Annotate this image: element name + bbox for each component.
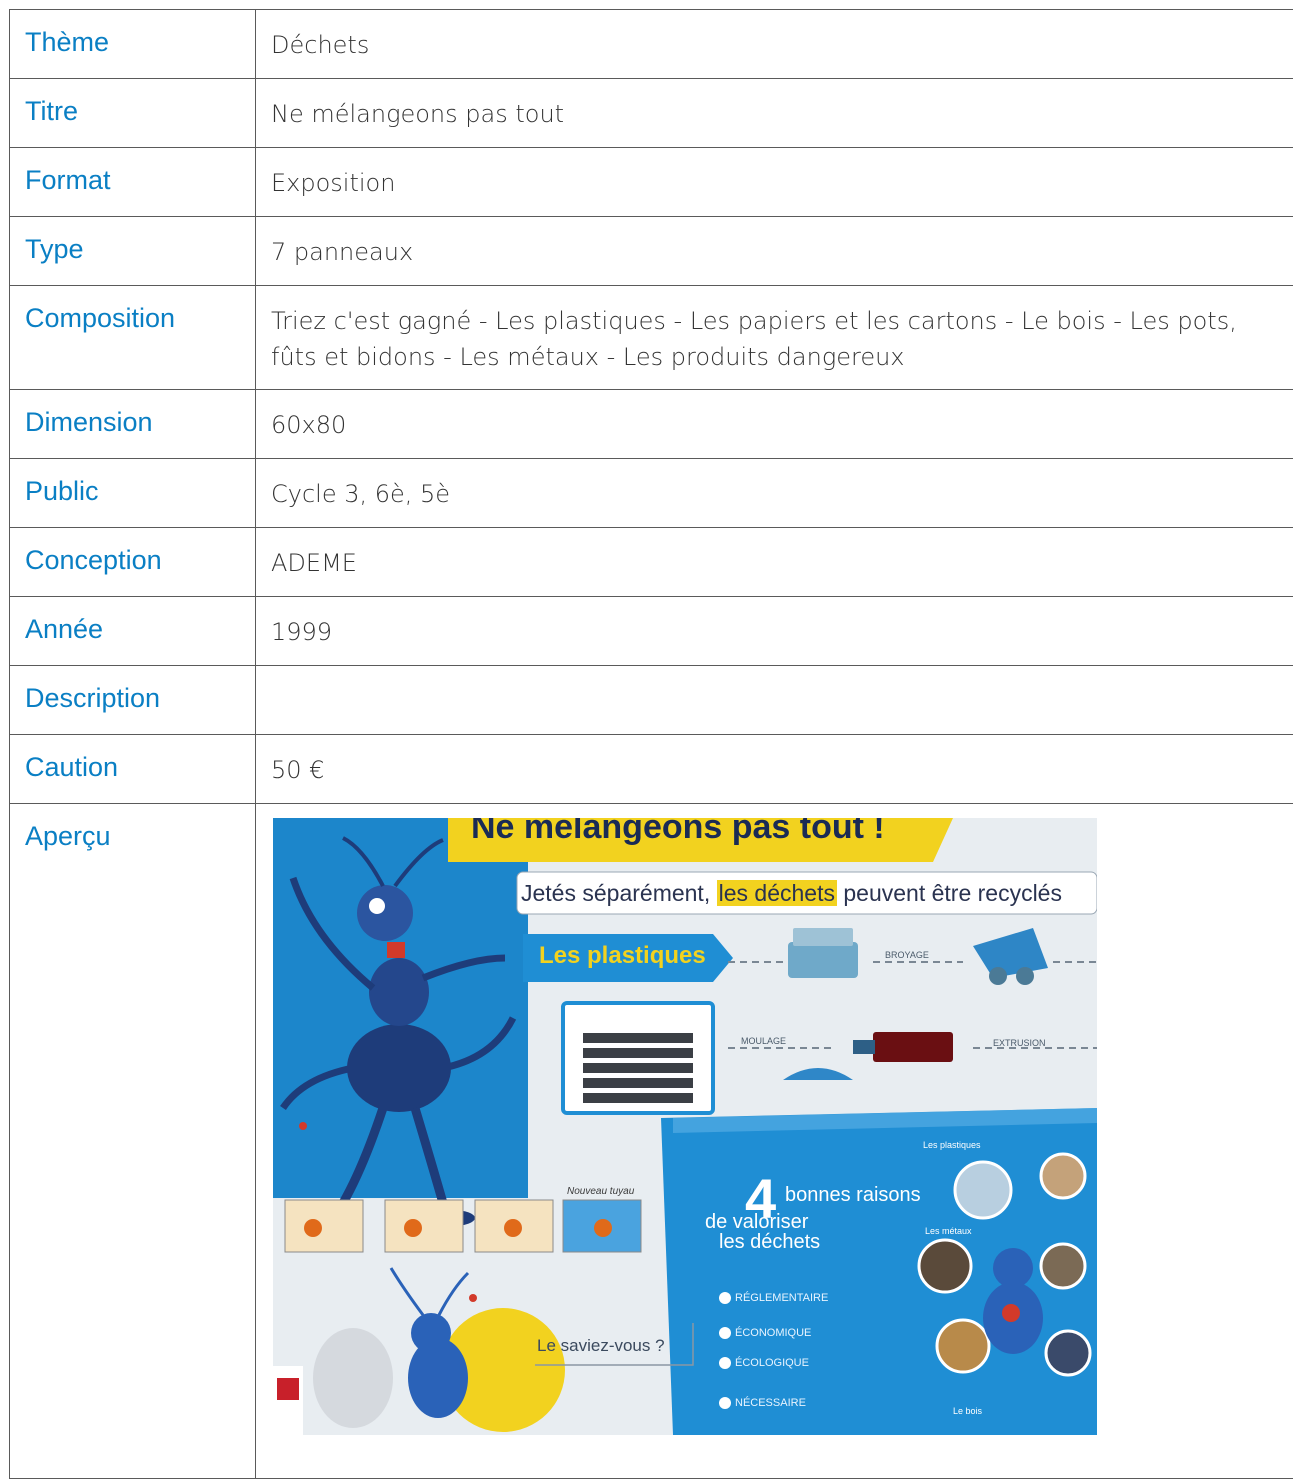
row-value: 60x80 — [256, 390, 1293, 459]
table-row: Type 7 panneaux — [10, 217, 1293, 286]
table-row: Année 1999 — [10, 597, 1293, 666]
poster-subtitle-post: peuvent être recyclés — [837, 880, 1062, 906]
table-row: Description — [10, 666, 1293, 735]
row-value-text: Cycle 3, 6è, 5è — [271, 476, 1278, 512]
poster-reasons-line2: de valoriser — [705, 1212, 820, 1232]
table-row: Titre Ne mélangeons pas tout — [10, 79, 1293, 148]
row-label: Composition — [10, 286, 256, 390]
row-value-text: ADEME — [271, 545, 1278, 581]
row-label: Description — [10, 666, 256, 735]
row-value: Cycle 3, 6è, 5è — [256, 459, 1293, 528]
row-value: Exposition — [256, 148, 1293, 217]
row-value: Déchets — [256, 10, 1293, 79]
poster-artwork — [273, 818, 1097, 1435]
row-value: Triez c'est gagné - Les plastiques - Les… — [256, 286, 1293, 390]
poster-title: Ne mélangeons pas tout ! — [471, 818, 885, 847]
label-metaux: Les métaux — [925, 1226, 972, 1236]
row-label: Conception — [10, 528, 256, 597]
table-row: Thème Déchets — [10, 10, 1293, 79]
label-bois: Le bois — [953, 1406, 982, 1416]
reason-1: RÉGLEMENTAIRE — [735, 1292, 828, 1304]
poster-nouveau-tuyau: Nouveau tuyau — [567, 1186, 634, 1197]
step-moulage: MOULAGE — [741, 1036, 786, 1046]
row-label: Aperçu — [10, 804, 256, 1479]
reason-4: NÉCESSAIRE — [735, 1397, 806, 1409]
label-plastiques: Les plastiques — [923, 1140, 981, 1150]
ademe-logo — [273, 1366, 303, 1435]
row-value-text: 7 panneaux — [271, 234, 1278, 270]
row-label: Titre — [10, 79, 256, 148]
row-value-text: Ne mélangeons pas tout — [271, 96, 1278, 132]
row-value — [256, 666, 1293, 735]
row-value-text: Déchets — [271, 27, 1278, 63]
comic-panel-2 — [385, 1200, 463, 1252]
ant-mascot-left — [347, 1024, 451, 1112]
step-broyage: BROYAGE — [885, 950, 929, 960]
step-extrusion: EXTRUSION — [993, 1038, 1046, 1048]
reason-3: ÉCOLOGIQUE — [735, 1357, 809, 1369]
row-label: Année — [10, 597, 256, 666]
poster-subtitle-highlight: les déchets — [717, 880, 837, 906]
row-label: Caution — [10, 735, 256, 804]
row-value-text: Triez c'est gagné - Les plastiques - Les… — [271, 303, 1278, 375]
table-row: Format Exposition — [10, 148, 1293, 217]
table-row: Conception ADEME — [10, 528, 1293, 597]
info-table: Thème Déchets Titre Ne mélangeons pas to… — [9, 9, 1293, 1479]
row-value: 7 panneaux — [256, 217, 1293, 286]
preview-cell: Ne mélangeons pas tout ! Jetés séparémen… — [256, 804, 1293, 1479]
poster-reasons-line3: les déchets — [705, 1232, 820, 1252]
exhibition-poster-image: Ne mélangeons pas tout ! Jetés séparémen… — [273, 818, 1097, 1435]
row-label: Thème — [10, 10, 256, 79]
row-value-text: 60x80 — [271, 407, 1278, 443]
row-value: Ne mélangeons pas tout — [256, 79, 1293, 148]
row-value: ADEME — [256, 528, 1293, 597]
row-value: 1999 — [256, 597, 1293, 666]
table-row: Composition Triez c'est gagné - Les plas… — [10, 286, 1293, 390]
comic-panel-1 — [285, 1200, 363, 1252]
reason-2: ÉCONOMIQUE — [735, 1327, 811, 1339]
poster-reasons-line1: bonnes raisons — [785, 1184, 921, 1207]
table-row: Aperçu — [10, 804, 1293, 1479]
poster-saviez-vous: Le saviez-vous ? — [537, 1336, 665, 1356]
table-row: Caution 50 € — [10, 735, 1293, 804]
row-label: Format — [10, 148, 256, 217]
row-label: Public — [10, 459, 256, 528]
row-value: 50 € — [256, 735, 1293, 804]
table-row: Dimension 60x80 — [10, 390, 1293, 459]
crates-icon — [788, 942, 858, 978]
row-value-text: Exposition — [271, 165, 1278, 201]
row-label: Dimension — [10, 390, 256, 459]
poster-section-title: Les plastiques — [539, 942, 706, 970]
poster-reasons-lines: de valoriser les déchets — [705, 1212, 820, 1252]
poster-subtitle: Jetés séparément, les déchets peuvent êt… — [521, 880, 1062, 907]
table-row: Public Cycle 3, 6è, 5è — [10, 459, 1293, 528]
row-value-text: 1999 — [271, 614, 1278, 650]
extrusion-machine — [873, 1032, 953, 1062]
poster-subtitle-pre: Jetés séparément, — [521, 880, 717, 906]
row-value-text: 50 € — [271, 752, 1278, 788]
row-label: Type — [10, 217, 256, 286]
